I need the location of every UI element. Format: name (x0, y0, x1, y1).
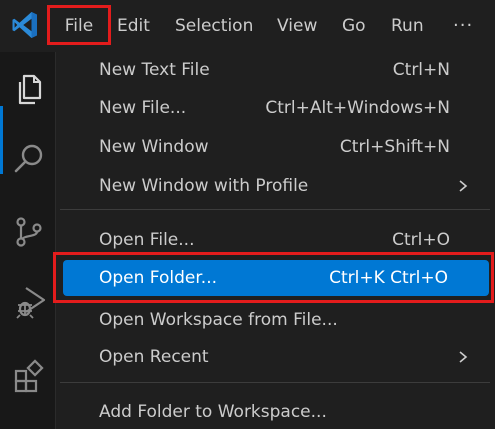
menu-item-open-file[interactable]: Open File... Ctrl+O (60, 222, 490, 258)
chevron-right-icon (459, 180, 468, 192)
menu-item-label: Open File... (99, 230, 195, 250)
menu-item-shortcut: Ctrl+Shift+N (339, 137, 450, 157)
menu-run[interactable]: Run (391, 10, 424, 42)
chevron-right-icon (459, 351, 468, 363)
menu-item-add-folder-to-workspace[interactable]: Add Folder to Workspace... (60, 394, 490, 429)
menu-view[interactable]: View (277, 10, 317, 42)
vscode-window: File Edit Selection View Go Run ··· New … (0, 0, 495, 429)
vscode-logo-icon (12, 12, 37, 38)
menu-file[interactable]: File (48, 10, 110, 42)
menu-separator (60, 382, 490, 383)
menu-item-new-window-with-profile[interactable]: New Window with Profile (60, 168, 490, 204)
menu-item-new-file[interactable]: New File... Ctrl+Alt+Windows+N (60, 90, 490, 126)
file-menu-dropdown: New Text File Ctrl+N New File... Ctrl+Al… (55, 52, 495, 429)
menu-edit[interactable]: Edit (117, 10, 150, 42)
menu-item-label: Add Folder to Workspace... (99, 402, 327, 422)
menu-item-label: New Text File (99, 60, 210, 80)
menu-item-label: Open Recent (99, 347, 209, 367)
activity-bar (0, 52, 55, 429)
menu-item-shortcut: Ctrl+N (392, 60, 450, 80)
extensions-icon[interactable] (12, 359, 46, 393)
menu-item-label: Open Folder... (99, 268, 217, 288)
menu-item-new-window[interactable]: New Window Ctrl+Shift+N (60, 129, 490, 165)
menu-selection[interactable]: Selection (175, 10, 253, 42)
menu-item-label: New File... (99, 98, 187, 118)
menu-separator (60, 209, 490, 210)
menu-bar: File Edit Selection View Go Run ··· (0, 0, 495, 52)
menu-item-open-folder[interactable]: Open Folder... Ctrl+K Ctrl+O (63, 260, 489, 296)
menu-item-shortcut: Ctrl+Alt+Windows+N (265, 98, 450, 118)
menu-item-new-text-file[interactable]: New Text File Ctrl+N (60, 52, 490, 88)
menu-go[interactable]: Go (342, 10, 366, 42)
menu-item-open-workspace-from-file[interactable]: Open Workspace from File... (60, 302, 490, 338)
menu-item-open-recent[interactable]: Open Recent (60, 339, 490, 375)
source-control-icon[interactable] (12, 215, 46, 249)
active-indicator (0, 106, 3, 174)
search-icon[interactable] (12, 142, 46, 176)
run-debug-icon[interactable] (12, 285, 46, 319)
menu-item-shortcut: Ctrl+K Ctrl+O (329, 268, 448, 288)
menu-more-icon[interactable]: ··· (453, 10, 473, 42)
menu-item-label: Open Workspace from File... (99, 310, 338, 330)
menu-item-label: New Window with Profile (99, 176, 309, 196)
explorer-icon[interactable] (12, 72, 46, 106)
menu-item-label: New Window (99, 137, 209, 157)
menu-item-shortcut: Ctrl+O (392, 230, 450, 250)
